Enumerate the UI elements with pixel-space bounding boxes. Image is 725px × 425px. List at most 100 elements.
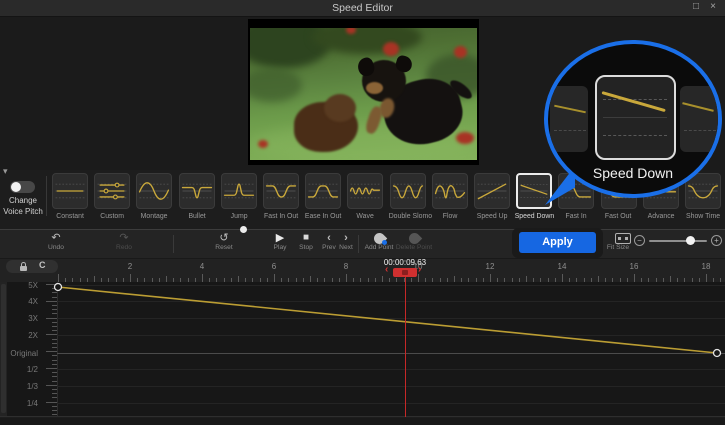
add-point-label: Add Point xyxy=(361,244,397,251)
preset-label: Flow xyxy=(430,211,469,219)
magnified-speed-down-tile xyxy=(595,75,676,160)
divider xyxy=(46,176,47,216)
divider xyxy=(358,235,359,253)
magnifier-callout: Speed Down xyxy=(544,40,722,198)
undo-button[interactable]: ↶ Undo xyxy=(38,232,74,256)
preset-label: Jump xyxy=(219,211,258,219)
preset-thumbnail[interactable] xyxy=(432,173,468,209)
preset-thumbnail[interactable] xyxy=(474,173,510,209)
divider xyxy=(173,235,174,253)
flower xyxy=(258,140,268,148)
maximize-icon[interactable]: □ xyxy=(689,1,703,12)
delete-point-label: Delete Point xyxy=(395,244,433,251)
ruler-number: 14 xyxy=(552,262,572,271)
zoom-slider: − + xyxy=(634,234,722,252)
preset-label: Wave xyxy=(346,211,385,219)
speed-curve[interactable] xyxy=(0,282,725,417)
redo-button: ↷ Redo xyxy=(106,232,142,256)
preset-speed-up[interactable]: Speed Up xyxy=(471,172,513,226)
preset-thumbnail[interactable] xyxy=(347,173,383,209)
preset-thumbnail[interactable] xyxy=(390,173,426,209)
redo-label: Redo xyxy=(107,244,141,251)
puppy-muzzle xyxy=(366,82,383,94)
toolbar: ↶ Undo ↷ Redo ↺ Reset ▶ Play ■ Stop ‹ Pr… xyxy=(0,230,725,258)
video-frame xyxy=(248,19,479,165)
preset-constant[interactable]: Constant xyxy=(49,172,91,226)
preset-bullet[interactable]: Bullet xyxy=(176,172,218,226)
preset-label: Fast In xyxy=(557,211,596,219)
ruler-number: 16 xyxy=(624,262,644,271)
preset-label: Advance xyxy=(641,211,680,219)
preset-wave[interactable]: Wave xyxy=(344,172,386,226)
toggle-knob xyxy=(11,182,21,192)
voice-pitch-label: Voice Pitch xyxy=(0,207,46,216)
preset-montage[interactable]: Montage xyxy=(133,172,175,226)
neighbor-preset-fragment xyxy=(550,86,588,152)
ruler-number: 2 xyxy=(120,262,140,271)
zoom-slider-thumb[interactable] xyxy=(686,236,695,245)
fit-size-icon xyxy=(615,233,631,244)
preset-jump[interactable]: Jump xyxy=(218,172,260,226)
preset-label: Speed Down xyxy=(515,211,554,219)
close-icon[interactable]: × xyxy=(706,1,720,12)
preset-label: Constant xyxy=(51,211,90,219)
preset-thumbnail[interactable] xyxy=(221,173,257,209)
lock-icon[interactable] xyxy=(19,262,28,271)
magnified-curve xyxy=(602,91,666,112)
speed-graph[interactable]: 5X4X3X2XOriginal1/21/31/4 xyxy=(0,282,725,417)
apply-button[interactable]: Apply xyxy=(519,232,596,253)
preset-thumbnail[interactable] xyxy=(52,173,88,209)
ruler-corner-tools: C xyxy=(6,260,58,273)
ruler-number: 4 xyxy=(192,262,212,271)
preset-thumbnail[interactable] xyxy=(136,173,172,209)
brown-puppy-head xyxy=(324,94,356,122)
preset-thumbnail[interactable] xyxy=(179,173,215,209)
ruler-number: 12 xyxy=(480,262,500,271)
preset-scrollbar-thumb[interactable] xyxy=(240,226,247,233)
flower xyxy=(456,132,474,144)
zoom-in-icon[interactable]: + xyxy=(711,235,722,246)
undo-icon: ↶ xyxy=(38,232,74,244)
zoom-out-icon[interactable]: − xyxy=(634,235,645,246)
redo-icon: ↷ xyxy=(106,232,142,244)
reset-label: Reset xyxy=(207,244,241,251)
add-point-button[interactable]: Add Point xyxy=(360,232,398,256)
speed-editor-window: Speed Editor □ × xyxy=(0,0,725,425)
curve-icon[interactable]: C xyxy=(39,260,46,270)
preset-flow[interactable]: Flow xyxy=(429,172,471,226)
preset-ease-in-out[interactable]: Ease In Out xyxy=(302,172,344,226)
title-bar: Speed Editor □ × xyxy=(0,0,725,17)
preset-label: Double Slomo xyxy=(388,211,427,219)
flower xyxy=(383,42,399,56)
reset-icon: ↺ xyxy=(206,232,242,244)
timeline-ruler[interactable]: C 24681012141618 00:00:09.63 ‹ › xyxy=(0,258,725,282)
preset-custom[interactable]: Custom xyxy=(91,172,133,226)
neighbor-preset-fragment xyxy=(680,86,718,152)
zoom-slider-track[interactable] xyxy=(649,240,707,242)
voice-pitch-toggle[interactable] xyxy=(10,181,35,193)
preset-thumbnail[interactable] xyxy=(263,173,299,209)
preset-thumbnail[interactable] xyxy=(94,173,130,209)
curve-end-point xyxy=(714,350,721,357)
playhead-timestamp: 00:00:09.63 xyxy=(375,258,435,267)
reset-button[interactable]: ↺ Reset xyxy=(206,232,242,256)
playhead-handle[interactable] xyxy=(393,268,417,277)
preset-fast-in-out[interactable]: Fast In Out xyxy=(260,172,302,226)
preset-label: Ease In Out xyxy=(304,211,343,219)
preset-label: Custom xyxy=(93,211,132,219)
preset-label: Show Time xyxy=(684,211,723,219)
magnifier-label: Speed Down xyxy=(548,165,718,181)
preset-label: Bullet xyxy=(177,211,216,219)
video-preview xyxy=(250,28,477,160)
playhead-line[interactable] xyxy=(405,277,406,417)
preset-thumbnail[interactable] xyxy=(305,173,341,209)
ruler-number: 8 xyxy=(336,262,356,271)
flower xyxy=(454,46,467,58)
preset-label: Fast In Out xyxy=(262,211,301,219)
preset-label: Fast Out xyxy=(599,211,638,219)
bottom-strip xyxy=(0,418,725,425)
preset-double-slomo[interactable]: Double Slomo xyxy=(387,172,429,226)
delete-point-button: Delete Point xyxy=(394,232,434,256)
preset-label: Speed Up xyxy=(473,211,512,219)
curve-start-point xyxy=(55,284,62,291)
